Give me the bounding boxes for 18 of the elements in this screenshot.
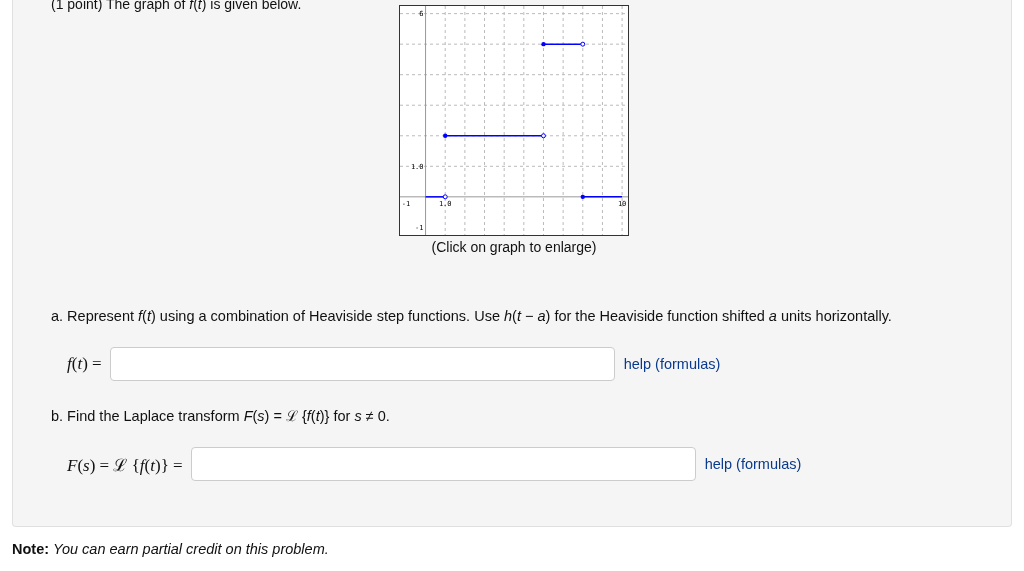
function-line xyxy=(582,196,623,198)
graph-caption: (Click on graph to enlarge) xyxy=(431,239,597,255)
question-text: a. Represent f(t) using a combination of Heaviside step functions. Use h(t − a) for the Heaviside function shifted a units horizontally. xyxy=(51,307,893,326)
answer-label: f(t) = xyxy=(67,354,102,374)
open-point xyxy=(541,133,546,139)
answer-label: F(s) = ℒ {f(t)} = xyxy=(67,454,183,476)
closed-point xyxy=(541,41,546,47)
help-link[interactable]: help (formulas) xyxy=(623,356,721,372)
closed-point xyxy=(580,194,585,200)
function-line xyxy=(424,196,446,198)
question-text: b. Find the Laplace transform F(s) = ℒ {f(t)} for s ≠ 0. xyxy=(51,407,391,426)
note-text: Note: You can earn partial credit on this problem. xyxy=(12,541,330,557)
closed-point xyxy=(443,133,448,138)
open-point xyxy=(442,194,448,200)
help-link[interactable]: help (formulas) xyxy=(704,456,802,472)
answer-field[interactable] xyxy=(109,347,615,381)
answer-field[interactable] xyxy=(190,447,696,481)
open-point xyxy=(580,41,586,47)
